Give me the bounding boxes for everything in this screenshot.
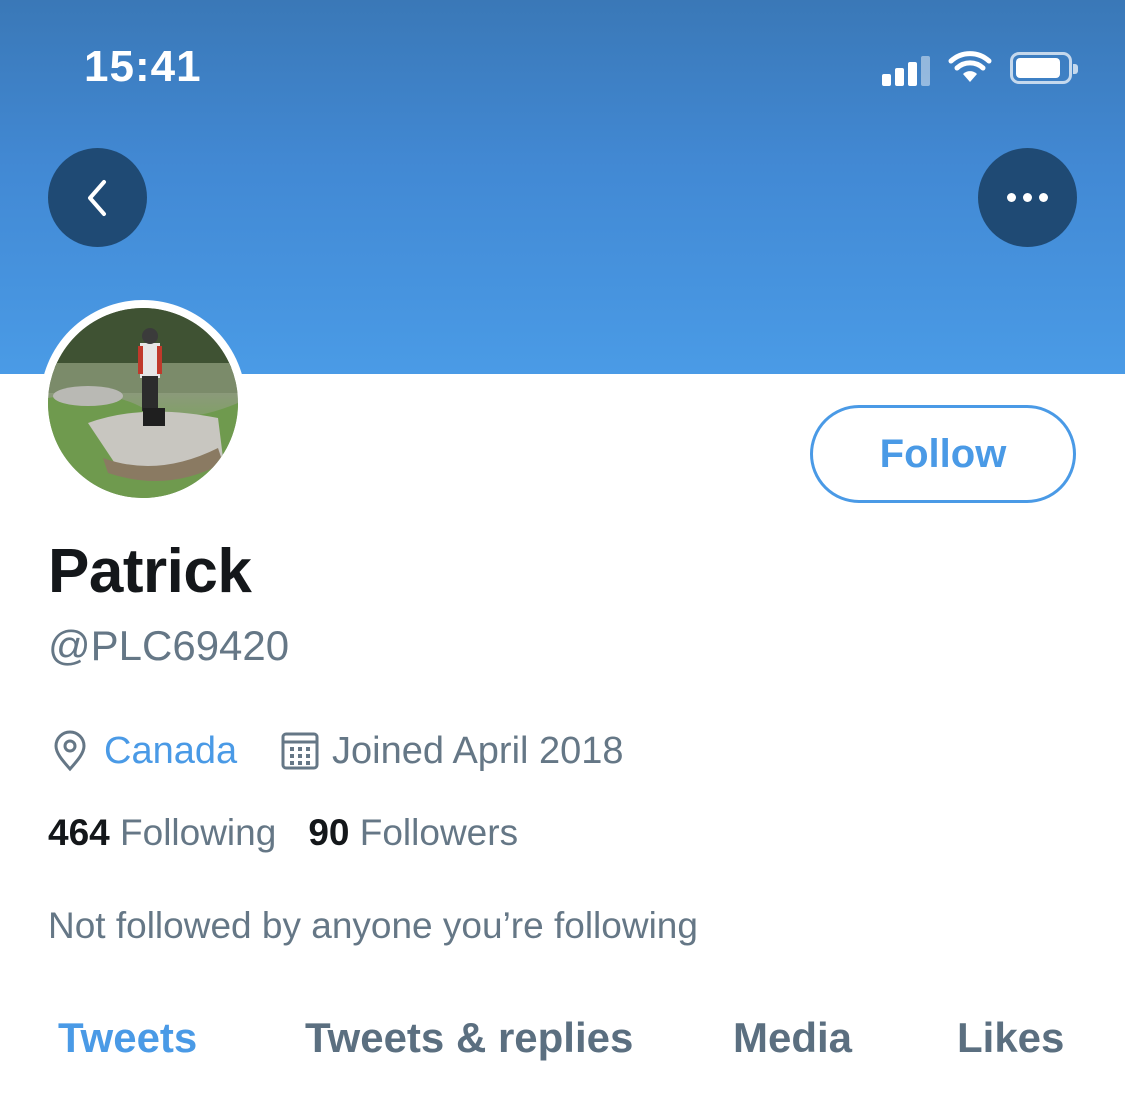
followers-label: Followers <box>359 812 519 853</box>
calendar-icon <box>280 726 320 776</box>
tab-tweets[interactable]: Tweets <box>58 1014 197 1062</box>
wifi-icon <box>948 51 992 82</box>
tab-likes[interactable]: Likes <box>957 1014 1064 1062</box>
location-icon <box>52 726 88 776</box>
battery-icon <box>1010 52 1078 84</box>
followers-count: 90 <box>308 812 350 853</box>
avatar[interactable] <box>40 300 246 506</box>
back-button[interactable] <box>48 148 147 247</box>
follow-button[interactable]: Follow <box>810 405 1076 503</box>
following-link[interactable]: 464 Following <box>48 812 276 853</box>
profile-name: Patrick <box>48 537 252 606</box>
more-horizontal-icon <box>1007 193 1048 202</box>
profile-handle: @PLC69420 <box>48 622 290 669</box>
avatar-image <box>48 308 238 498</box>
profile-joined-date: Joined April 2018 <box>332 729 624 772</box>
tab-tweets-and-replies[interactable]: Tweets & replies <box>305 1014 633 1062</box>
more-options-button[interactable] <box>978 148 1077 247</box>
avatar-photo-illustration <box>48 308 238 498</box>
status-time: 15:41 <box>84 42 202 91</box>
profile-location[interactable]: Canada <box>104 726 237 776</box>
following-count: 464 <box>48 812 110 853</box>
followers-link[interactable]: 90 Followers <box>308 812 518 853</box>
cellular-signal-icon <box>882 54 932 86</box>
chevron-left-icon <box>87 179 106 216</box>
profile-stats: 464 Following 90 Followers <box>48 812 518 854</box>
tab-media[interactable]: Media <box>733 1014 852 1062</box>
following-label: Following <box>120 812 277 853</box>
not-followed-by-text: Not followed by anyone you’re following <box>48 905 698 946</box>
